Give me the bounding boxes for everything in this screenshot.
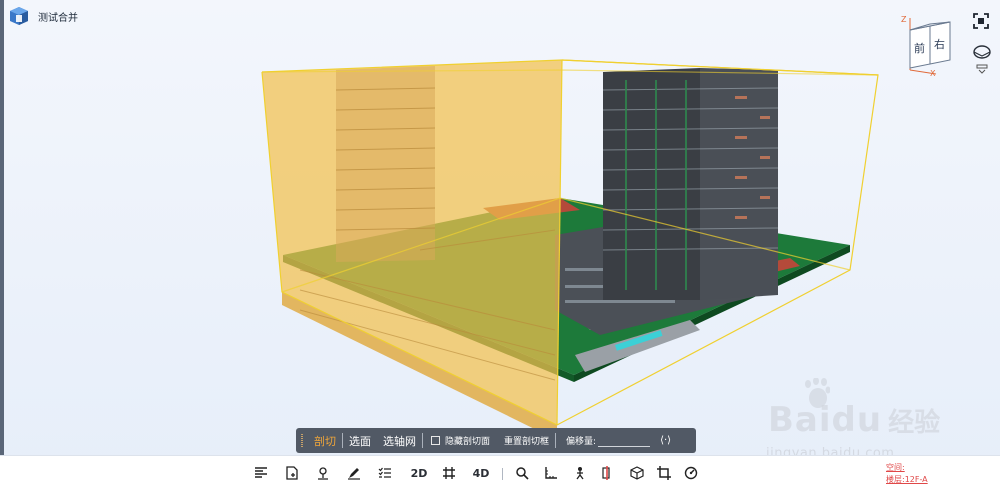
section-toolbar: 剖切 选面 选轴网 隐藏剖切面 重置剖切框 偏移量: ⟨·⟩ [296,428,696,453]
checklist-icon[interactable] [376,464,394,482]
cube-front-face: 前 [914,41,925,55]
hide-section-checkbox[interactable]: 隐藏剖切面 [423,434,498,447]
pick-axis-grid-button[interactable]: 选轴网 [377,433,422,449]
perspective-view-icon[interactable] [972,42,992,62]
settings-gauge-icon[interactable] [682,464,700,482]
reset-section-box-button[interactable]: 重置剖切框 [498,434,555,447]
4d-view-button[interactable]: 4D [470,464,492,482]
section-mode-button[interactable]: 剖切 [308,433,342,449]
document-edit-icon[interactable] [283,464,301,482]
view-dropdown-icon[interactable] [976,64,988,74]
view-cube[interactable]: Z X 前 右 [896,12,962,78]
fullscreen-icon[interactable] [972,12,990,30]
watermark-bai: Bai [768,400,832,440]
floor-status[interactable]: 楼层:12F-A [886,474,928,485]
offset-control: 偏移量: ⟨·⟩ [556,434,677,447]
offset-label: 偏移量: [566,437,597,447]
watermark-jingyan: 经验 [888,408,941,438]
grid-hash-icon[interactable] [440,464,458,482]
offset-arrows-icon[interactable]: ⟨·⟩ [660,435,671,446]
watermark-du: du [831,400,883,440]
measure-icon[interactable] [542,464,560,482]
offset-input[interactable] [598,434,651,447]
tower-right-side [700,68,778,300]
list-icon[interactable] [252,464,270,482]
sectioned-tower [336,66,435,262]
2d-view-button[interactable]: 2D [408,464,430,482]
checkbox-box[interactable] [431,436,440,445]
pen-icon[interactable] [345,464,363,482]
search-icon[interactable] [513,464,531,482]
bottom-toolbar: 2D 4D 空间: 楼层:12F-A [0,455,1000,489]
model-cube-icon[interactable] [628,464,646,482]
bim-viewer-app: 测试合并 Z X 前 右 剖切 选面 选轴网 隐藏剖切面 重置剖切框 偏移量: … [0,0,1000,489]
crop-icon[interactable] [655,464,673,482]
space-status[interactable]: 空间: [886,462,905,473]
toolbar-divider [502,468,503,480]
axis-z-label: Z [901,15,907,24]
hide-section-label: 隐藏剖切面 [445,437,491,447]
axis-x-label: X [930,69,936,78]
roaming-person-icon[interactable] [571,464,589,482]
cube-right-face: 右 [934,37,945,51]
pick-face-button[interactable]: 选面 [343,433,377,449]
section-icon[interactable] [598,464,616,482]
drag-handle-icon[interactable] [296,428,308,453]
location-settings-icon[interactable] [314,464,332,482]
